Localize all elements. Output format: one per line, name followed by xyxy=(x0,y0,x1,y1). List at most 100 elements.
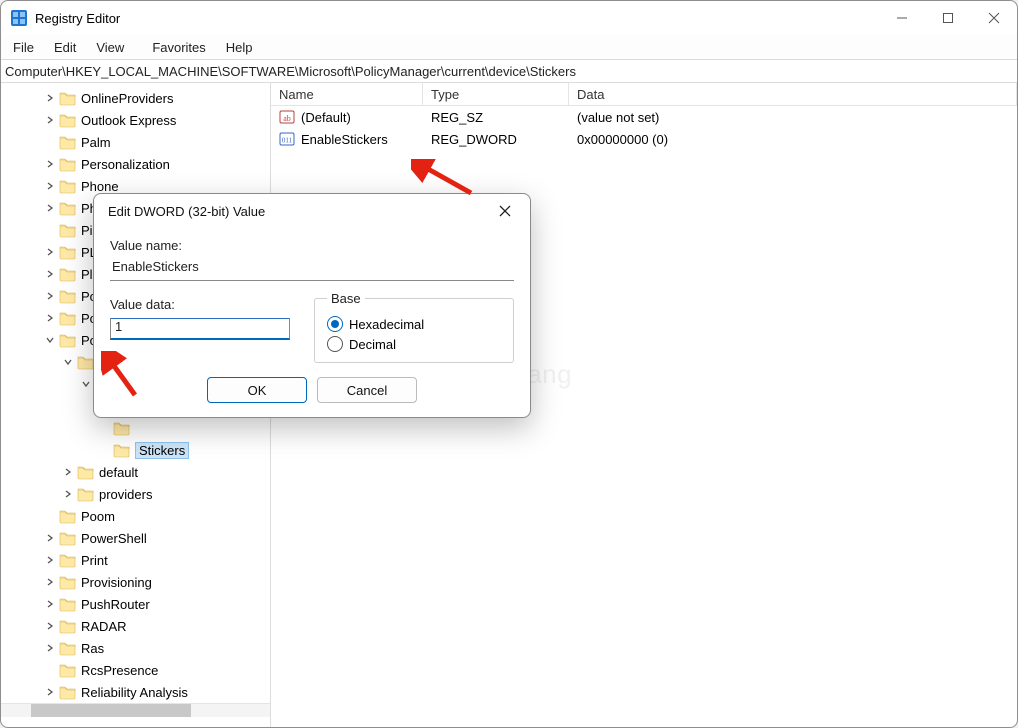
tree-item-label: PushRouter xyxy=(81,597,150,612)
tree-item-label: Phone xyxy=(81,179,119,194)
menu-item-edit[interactable]: Edit xyxy=(44,35,86,59)
value-name-field[interactable]: EnableStickers xyxy=(110,259,514,281)
tree-item-onlineproviders[interactable]: OnlineProviders xyxy=(1,87,270,109)
menubar: FileEditView FavoritesHelp xyxy=(1,35,1017,59)
chevron-right-icon[interactable] xyxy=(43,531,57,545)
menu-item-view[interactable]: View xyxy=(86,35,134,59)
close-button[interactable] xyxy=(971,1,1017,35)
chevron-right-icon[interactable] xyxy=(43,289,57,303)
tree-item-reliability-analysis[interactable]: Reliability Analysis xyxy=(1,681,270,703)
chevron-right-icon[interactable] xyxy=(43,553,57,567)
chevron-down-icon[interactable] xyxy=(43,333,57,347)
radio-decimal[interactable]: Decimal xyxy=(327,336,501,352)
tree-item-label: default xyxy=(99,465,138,480)
tree-item[interactable] xyxy=(1,417,270,439)
base-group: Base Hexadecimal Decimal xyxy=(314,291,514,363)
chevron-right-icon[interactable] xyxy=(43,245,57,259)
tree-item-label: Palm xyxy=(81,135,111,150)
column-header-type[interactable]: Type xyxy=(423,83,569,105)
folder-icon xyxy=(59,112,77,128)
tree-item-label: RcsPresence xyxy=(81,663,158,678)
value-data-field[interactable]: 1 xyxy=(110,318,290,340)
folder-icon xyxy=(59,244,77,260)
column-header-data[interactable]: Data xyxy=(569,83,1017,105)
value-data: 0x00000000 (0) xyxy=(569,132,1017,147)
folder-icon xyxy=(59,178,77,194)
chevron-down-icon[interactable] xyxy=(79,377,93,391)
tree-item-palm[interactable]: Palm xyxy=(1,131,270,153)
chevron-right-icon[interactable] xyxy=(61,465,75,479)
cancel-button[interactable]: Cancel xyxy=(317,377,417,403)
chevron-right-icon xyxy=(43,135,57,149)
tree-item-default[interactable]: default xyxy=(1,461,270,483)
tree-item-rcspresence[interactable]: RcsPresence xyxy=(1,659,270,681)
svg-text:ab: ab xyxy=(283,114,291,123)
dialog-titlebar: Edit DWORD (32-bit) Value xyxy=(94,194,530,228)
ok-button[interactable]: OK xyxy=(207,377,307,403)
tree-item-print[interactable]: Print xyxy=(1,549,270,571)
chevron-right-icon[interactable] xyxy=(43,201,57,215)
tree-item-label: RADAR xyxy=(81,619,127,634)
chevron-right-icon[interactable] xyxy=(43,619,57,633)
tree-item-label: Ras xyxy=(81,641,104,656)
chevron-right-icon[interactable] xyxy=(43,267,57,281)
tree-item-powershell[interactable]: PowerShell xyxy=(1,527,270,549)
tree-item-outlook-express[interactable]: Outlook Express xyxy=(1,109,270,131)
value-type: REG_DWORD xyxy=(423,132,569,147)
chevron-right-icon[interactable] xyxy=(43,113,57,127)
chevron-right-icon[interactable] xyxy=(43,641,57,655)
tree-item-providers[interactable]: providers xyxy=(1,483,270,505)
chevron-right-icon[interactable] xyxy=(61,487,75,501)
window-controls xyxy=(879,1,1017,35)
chevron-right-icon[interactable] xyxy=(43,179,57,193)
chevron-right-icon xyxy=(43,663,57,677)
svg-text:011: 011 xyxy=(282,137,293,145)
tree-item-ras[interactable]: Ras xyxy=(1,637,270,659)
maximize-button[interactable] xyxy=(925,1,971,35)
value-name: (Default) xyxy=(301,110,351,125)
dialog-close-button[interactable] xyxy=(490,198,520,224)
app-icon xyxy=(11,10,27,26)
chevron-right-icon[interactable] xyxy=(43,311,57,325)
address-path: Computer\HKEY_LOCAL_MACHINE\SOFTWARE\Mic… xyxy=(5,64,576,79)
value-row-default[interactable]: ab(Default)REG_SZ(value not set) xyxy=(271,106,1017,128)
folder-icon xyxy=(59,266,77,282)
tree-item-radar[interactable]: RADAR xyxy=(1,615,270,637)
tree-item-pushrouter[interactable]: PushRouter xyxy=(1,593,270,615)
menu-item-favorites[interactable]: Favorites xyxy=(142,35,215,59)
radio-icon xyxy=(327,316,343,332)
value-name: EnableStickers xyxy=(301,132,388,147)
chevron-right-icon[interactable] xyxy=(43,597,57,611)
chevron-right-icon xyxy=(43,223,57,237)
folder-icon xyxy=(59,684,77,700)
tree-item-poom[interactable]: Poom xyxy=(1,505,270,527)
value-name-label: Value name: xyxy=(110,238,514,253)
chevron-right-icon xyxy=(43,509,57,523)
base-legend: Base xyxy=(327,291,365,306)
values-header: Name Type Data xyxy=(271,83,1017,106)
chevron-right-icon[interactable] xyxy=(43,685,57,699)
registry-editor-window: Registry Editor FileEditViewFavoritesHel… xyxy=(0,0,1018,728)
menu-item-file[interactable]: File xyxy=(3,35,44,59)
value-type: REG_SZ xyxy=(423,110,569,125)
tree-item-provisioning[interactable]: Provisioning xyxy=(1,571,270,593)
tree-item-personalization[interactable]: Personalization xyxy=(1,153,270,175)
tree-item-stickers[interactable]: Stickers xyxy=(1,439,270,461)
folder-icon xyxy=(113,420,131,436)
address-bar[interactable]: Computer\HKEY_LOCAL_MACHINE\SOFTWARE\Mic… xyxy=(1,59,1017,83)
radio-hexadecimal[interactable]: Hexadecimal xyxy=(327,316,501,332)
folder-icon xyxy=(59,200,77,216)
chevron-right-icon[interactable] xyxy=(43,91,57,105)
folder-icon xyxy=(77,464,95,480)
value-row-enablestickers[interactable]: 011 EnableStickers REG_DWORD0x00000000 (0) xyxy=(271,128,1017,150)
chevron-right-icon[interactable] xyxy=(43,157,57,171)
menu-item-help[interactable]: Help xyxy=(216,35,263,59)
tree-item-label: Reliability Analysis xyxy=(81,685,188,700)
minimize-button[interactable] xyxy=(879,1,925,35)
folder-icon xyxy=(59,134,77,150)
chevron-right-icon[interactable] xyxy=(43,575,57,589)
chevron-right-icon xyxy=(97,421,111,435)
chevron-down-icon[interactable] xyxy=(61,355,75,369)
tree-horizontal-scrollbar[interactable] xyxy=(1,703,270,717)
column-header-name[interactable]: Name xyxy=(271,83,423,105)
